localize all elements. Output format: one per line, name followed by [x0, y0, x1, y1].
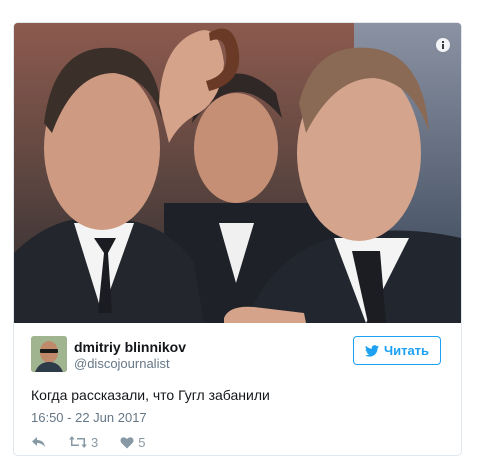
- reply-button[interactable]: [31, 435, 47, 449]
- retweet-count: 3: [91, 434, 99, 450]
- avatar-image: [31, 336, 67, 372]
- user-handle[interactable]: @discojournalist: [74, 356, 170, 371]
- twitter-bird-icon: [364, 344, 379, 357]
- user-display-name[interactable]: dmitriy blinnikov: [74, 339, 186, 355]
- follow-button-label: Читать: [383, 343, 430, 358]
- avatar[interactable]: [31, 336, 67, 372]
- photo-illustration: [14, 23, 461, 323]
- like-count: 5: [138, 434, 146, 450]
- reply-icon: [32, 437, 45, 447]
- retweet-button[interactable]: 3: [69, 435, 98, 450]
- tweet-photo[interactable]: [14, 23, 461, 323]
- tweet-text: Когда рассказали, что Гугл забанили: [31, 387, 270, 403]
- like-button[interactable]: 5: [120, 435, 145, 450]
- tweet-meta: dmitriy blinnikov @discojournalist Читат…: [14, 323, 461, 455]
- tweet-actions: 3 5: [31, 431, 167, 453]
- heart-icon: [120, 436, 134, 448]
- tweet-timestamp[interactable]: 16:50 - 22 Jun 2017: [31, 410, 147, 425]
- info-icon[interactable]: [435, 37, 451, 53]
- tweet-card: dmitriy blinnikov @discojournalist Читат…: [13, 22, 462, 456]
- follow-button[interactable]: Читать: [353, 336, 441, 365]
- retweet-icon: [69, 436, 87, 448]
